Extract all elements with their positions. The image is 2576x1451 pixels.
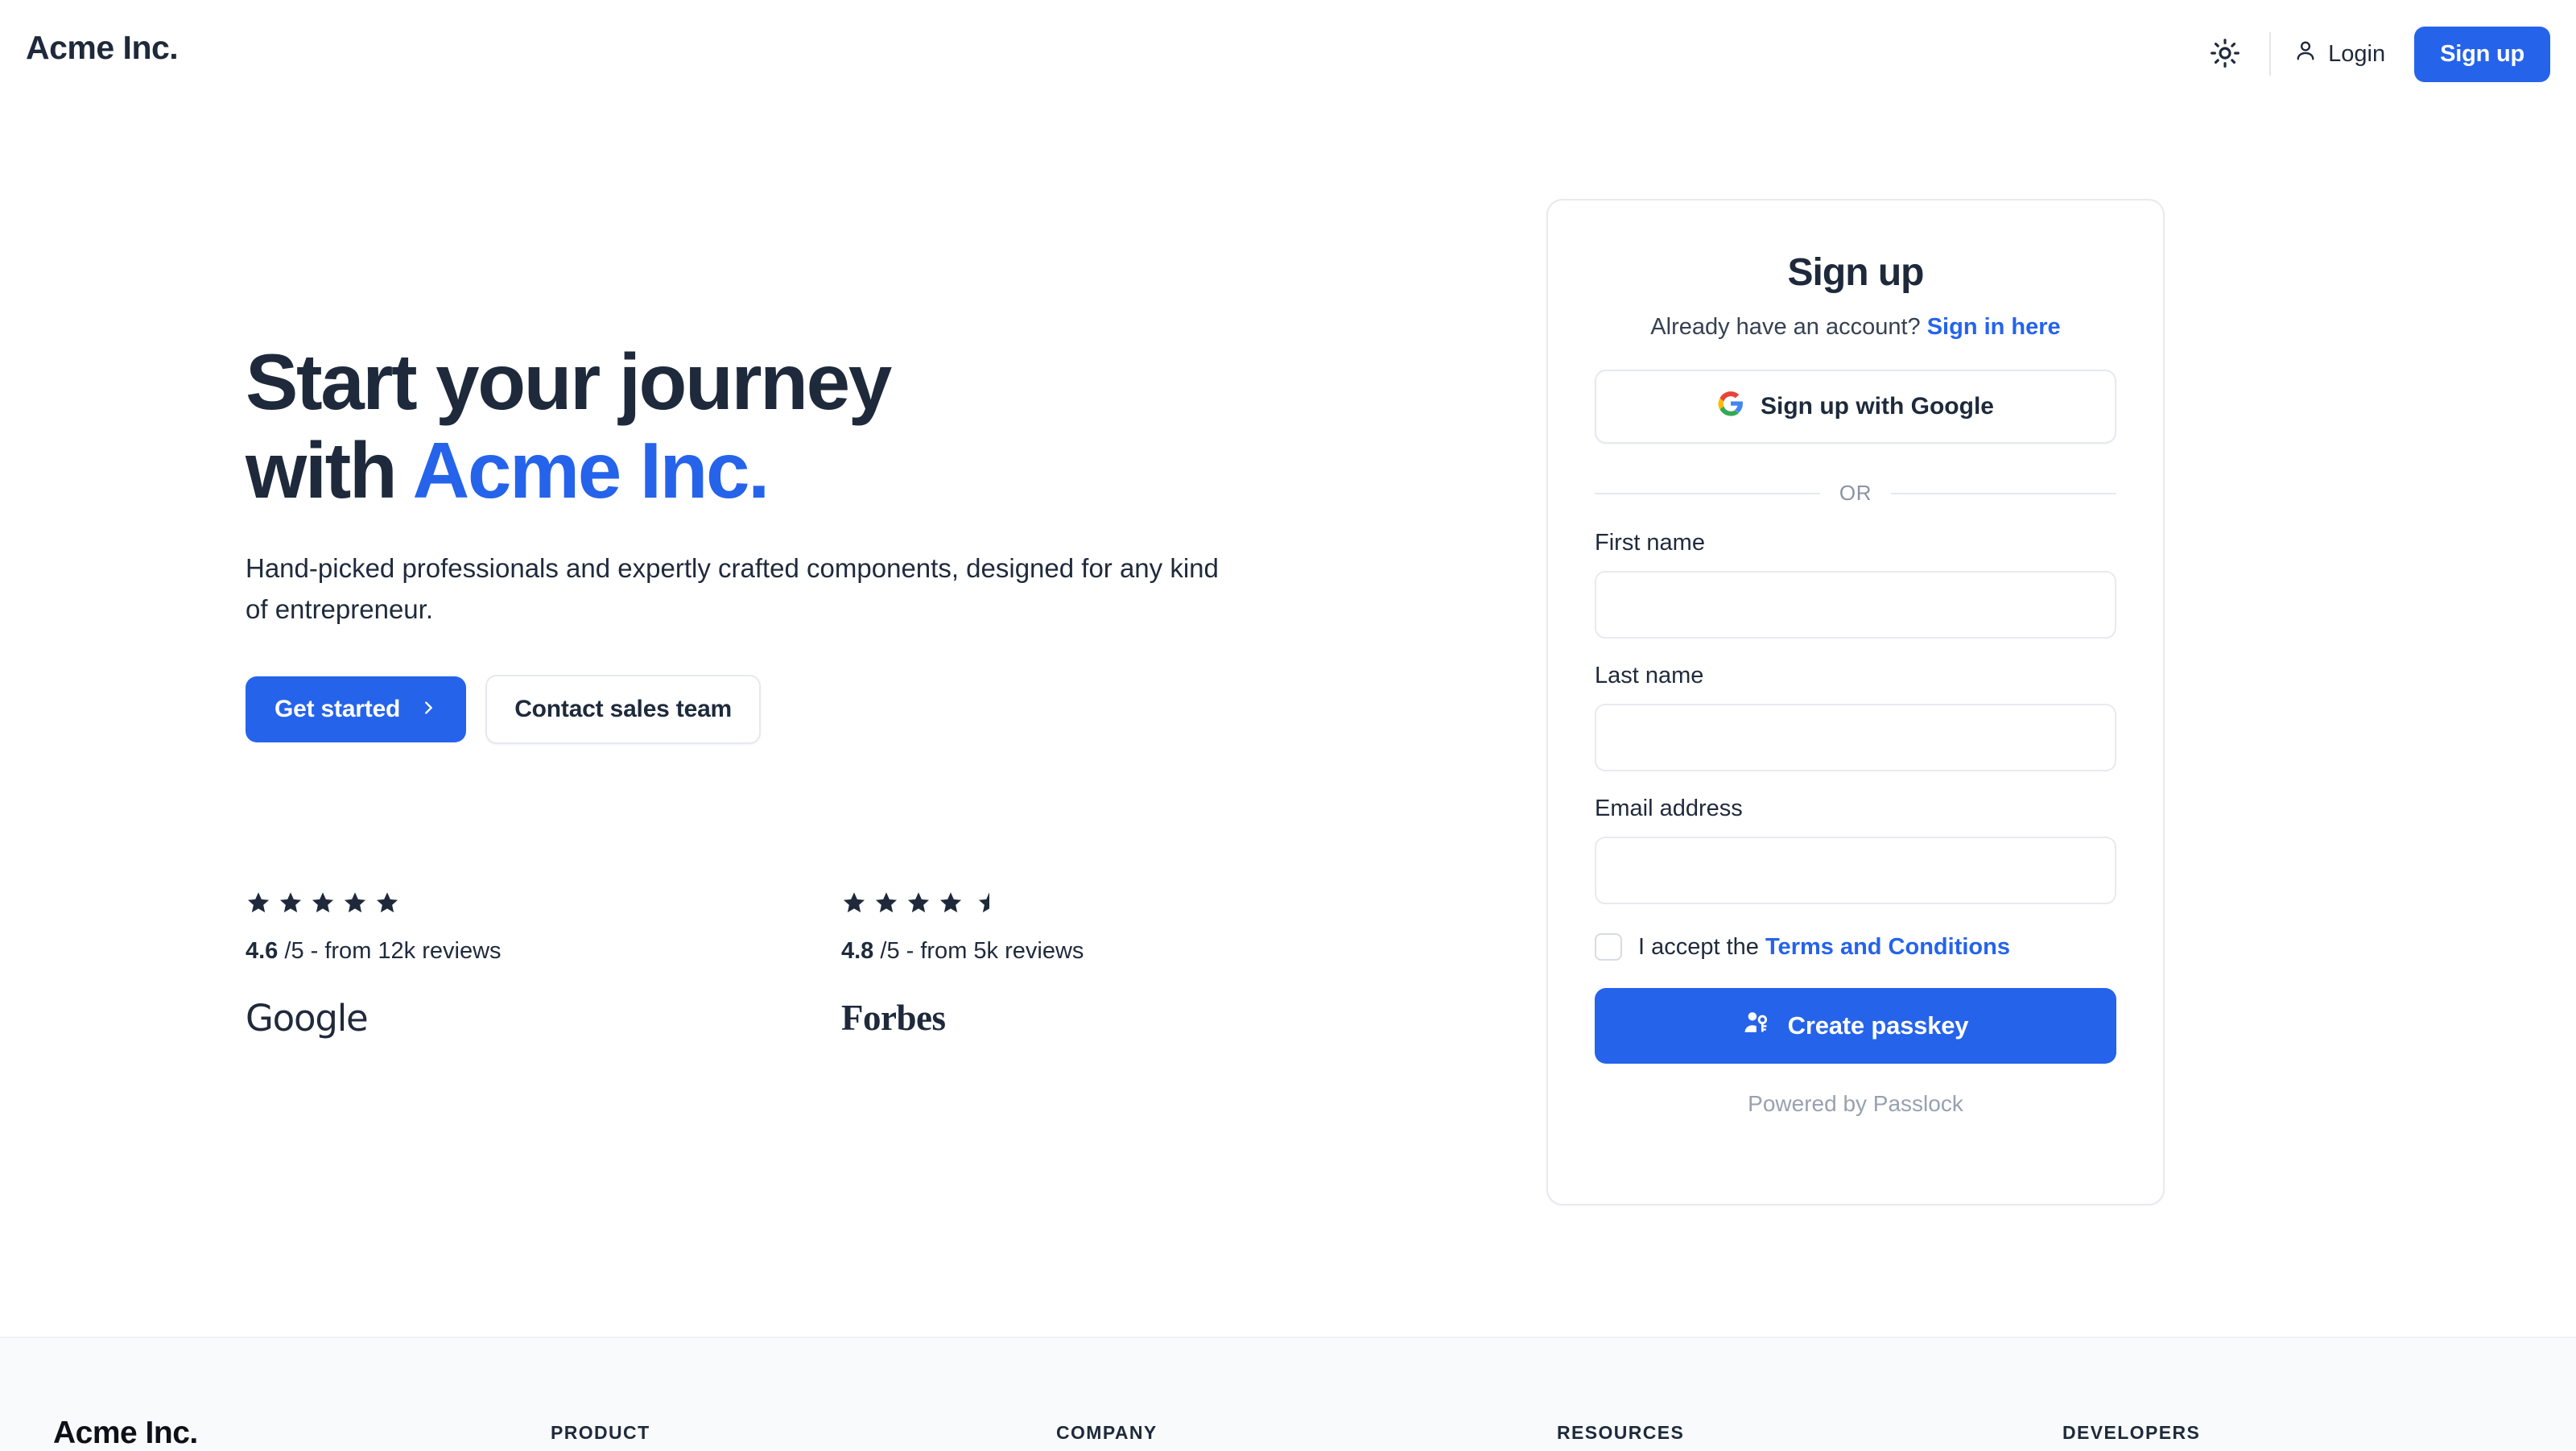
hero-section: Start your journey with Acme Inc. Hand-p… xyxy=(246,337,1292,744)
star-rating-forbes xyxy=(841,890,1179,919)
signin-link[interactable]: Sign in here xyxy=(1927,314,2061,340)
contact-sales-button[interactable]: Contact sales team xyxy=(485,674,762,744)
or-divider: OR xyxy=(1595,481,2117,506)
terms-checkbox[interactable] xyxy=(1595,933,1622,961)
email-input[interactable] xyxy=(1595,837,2116,904)
terms-text: I accept the xyxy=(1638,933,1765,960)
hero-subtitle: Hand-picked professionals and expertly c… xyxy=(246,552,1219,624)
hero-heading-line2-prefix: with xyxy=(246,425,413,515)
divider-line-right xyxy=(1891,492,2117,494)
footer-column-title-resources: RESOURCES xyxy=(1557,1422,1685,1443)
rating-brand-google: Google xyxy=(246,997,584,1040)
google-g-icon xyxy=(1717,390,1744,424)
google-signup-label: Sign up with Google xyxy=(1761,393,1994,420)
star-icon xyxy=(873,890,899,920)
sun-icon xyxy=(2209,37,2241,72)
last-name-input[interactable] xyxy=(1595,704,2116,771)
chevron-right-icon xyxy=(419,696,437,723)
field-group-first-name: First name xyxy=(1595,530,2116,639)
star-icon xyxy=(906,890,931,920)
field-group-email: Email address xyxy=(1595,796,2116,904)
signup-card-title: Sign up xyxy=(1787,251,1925,294)
email-label: Email address xyxy=(1595,796,1743,821)
google-signup-button[interactable]: Sign up with Google xyxy=(1595,370,2116,444)
theme-toggle-button[interactable] xyxy=(2200,29,2250,79)
login-link[interactable]: Login xyxy=(2293,39,2385,69)
header-actions: Login Sign up xyxy=(2200,21,2550,87)
terms-and-conditions-link[interactable]: Terms and Conditions xyxy=(1765,934,2010,960)
hero-heading-accent: Acme Inc. xyxy=(412,425,770,515)
star-rating-google xyxy=(246,890,584,919)
create-passkey-button[interactable]: Create passkey xyxy=(1595,988,2116,1064)
signup-button[interactable]: Sign up xyxy=(2414,26,2550,82)
rating-block-google: 4.6 /5 - from 12k reviews Google xyxy=(246,890,584,1040)
user-key-icon xyxy=(1743,1009,1770,1043)
site-footer: Acme Inc. PRODUCT COMPANY RESOURCES DEVE… xyxy=(0,1337,2576,1451)
powered-by-text: Powered by Passlock xyxy=(1748,1091,1963,1116)
rating-suffix: /5 - from 5k reviews xyxy=(880,938,1084,964)
brand-logo[interactable]: Acme Inc. xyxy=(26,29,179,67)
footer-column-title-developers: DEVELOPERS xyxy=(2062,1422,2201,1443)
rating-text-google: 4.6 /5 - from 12k reviews xyxy=(246,938,584,965)
ratings-row: 4.6 /5 - from 12k reviews Google 4.8 /5 … xyxy=(246,890,1179,1040)
signup-card-subtitle: Already have an account? Sign in here xyxy=(1595,314,2116,341)
signin-prompt-text: Already have an account? xyxy=(1650,314,1927,340)
login-label: Login xyxy=(2328,40,2386,67)
forbes-wordmark: Forbes xyxy=(841,998,946,1038)
star-icon xyxy=(841,890,867,920)
create-passkey-label: Create passkey xyxy=(1787,1011,1969,1040)
terms-row: I accept the Terms and Conditions xyxy=(1595,933,2116,961)
divider-line-left xyxy=(1595,492,1820,494)
header-divider xyxy=(2269,32,2272,76)
first-name-input[interactable] xyxy=(1595,571,2116,639)
star-icon xyxy=(310,890,336,920)
rating-brand-forbes: Forbes xyxy=(841,997,1179,1039)
star-icon xyxy=(374,890,400,920)
rating-text-forbes: 4.8 /5 - from 5k reviews xyxy=(841,938,1179,965)
footer-column-title-company: COMPANY xyxy=(1056,1422,1158,1443)
star-icon xyxy=(246,890,271,920)
page-title: Start your journey with Acme Inc. xyxy=(246,337,1292,515)
user-icon xyxy=(2293,39,2318,69)
or-label: OR xyxy=(1839,481,1872,505)
first-name-label: First name xyxy=(1595,530,1705,556)
star-icon xyxy=(938,890,964,920)
rating-score: 4.6 xyxy=(246,938,279,964)
rating-block-forbes: 4.8 /5 - from 5k reviews Forbes xyxy=(841,890,1179,1040)
field-group-last-name: Last name xyxy=(1595,663,2116,771)
google-wordmark: Google xyxy=(246,997,369,1040)
star-half-icon xyxy=(970,890,996,920)
get-started-label: Get started xyxy=(275,695,401,722)
rating-suffix: /5 - from 12k reviews xyxy=(284,938,502,964)
get-started-button[interactable]: Get started xyxy=(246,676,467,742)
footer-column-title-product: PRODUCT xyxy=(551,1422,650,1443)
last-name-label: Last name xyxy=(1595,663,1704,688)
rating-score: 4.8 xyxy=(841,938,874,964)
star-icon xyxy=(278,890,303,920)
terms-label: I accept the Terms and Conditions xyxy=(1638,934,2010,961)
star-icon xyxy=(342,890,368,920)
signup-card: Sign up Already have an account? Sign in… xyxy=(1546,199,2165,1205)
hero-heading-line1: Start your journey xyxy=(246,337,892,426)
hero-cta-row: Get started Contact sales team xyxy=(246,674,1292,744)
site-header: Acme Inc. Login Sign up xyxy=(0,0,2576,110)
footer-brand-logo[interactable]: Acme Inc. xyxy=(53,1416,198,1451)
